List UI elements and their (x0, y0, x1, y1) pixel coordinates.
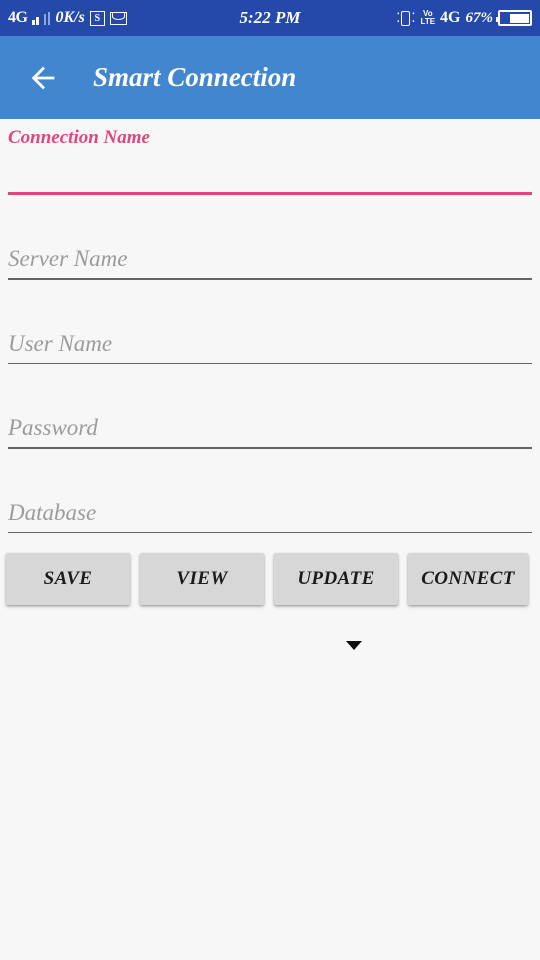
mail-icon (109, 11, 127, 25)
data-speed-label: 0K/s (55, 9, 85, 26)
network-type-label: 4G (8, 9, 28, 26)
update-button[interactable]: UPDATE (274, 553, 398, 605)
password-input[interactable]: Password (8, 397, 532, 447)
field-database[interactable]: Database (8, 482, 532, 533)
field-underline-connection-name (8, 192, 532, 195)
connection-name-input[interactable] (8, 149, 532, 192)
arrow-left-icon (31, 66, 55, 89)
app-bar: Smart Connection (0, 36, 540, 119)
status-bar-right: ⁚ ⁚ Vo LTE 4G 67% (396, 9, 532, 27)
battery-percent-label: 67% (465, 9, 494, 26)
connect-button[interactable]: CONNECT (408, 553, 528, 605)
field-underline-server-name (8, 278, 532, 280)
field-connection-name[interactable]: Connection Name (8, 119, 532, 195)
battery-icon (496, 10, 532, 26)
page-title: Smart Connection (93, 62, 297, 92)
sim-card-icon: S (89, 10, 105, 26)
dropdown-spinner[interactable] (0, 627, 540, 657)
network-type-right-label: 4G (440, 9, 461, 26)
action-button-row: SAVE VIEW UPDATE CONNECT (0, 553, 540, 605)
back-button[interactable] (26, 61, 60, 95)
field-underline-password (8, 447, 532, 449)
field-label-connection-name: Connection Name (8, 127, 150, 148)
status-bar-left: 4G 0K/s S (8, 9, 127, 27)
field-password[interactable]: Password (8, 397, 532, 449)
view-button[interactable]: VIEW (140, 553, 264, 605)
chevron-down-icon[interactable] (346, 641, 362, 650)
database-input[interactable]: Database (8, 482, 532, 532)
save-button[interactable]: SAVE (6, 553, 130, 605)
server-name-input[interactable]: Server Name (8, 228, 532, 278)
signal-strength-secondary-icon (43, 11, 51, 25)
field-underline-user-name (8, 362, 532, 364)
volte-line-2: LTE (420, 17, 436, 26)
user-name-input[interactable]: User Name (8, 313, 532, 363)
field-server-name[interactable]: Server Name (8, 228, 532, 280)
vibrate-icon: ⁚ ⁚ (396, 10, 416, 26)
volte-icon: Vo LTE (421, 10, 436, 26)
form-container: Connection Name Server Name User Name Pa… (0, 119, 540, 960)
field-user-name[interactable]: User Name (8, 313, 532, 364)
field-underline-database (8, 531, 532, 533)
status-bar: 4G 0K/s S 5:22 PM ⁚ ⁚ Vo LTE 4G 67% (0, 0, 540, 36)
signal-strength-icon (32, 12, 39, 25)
